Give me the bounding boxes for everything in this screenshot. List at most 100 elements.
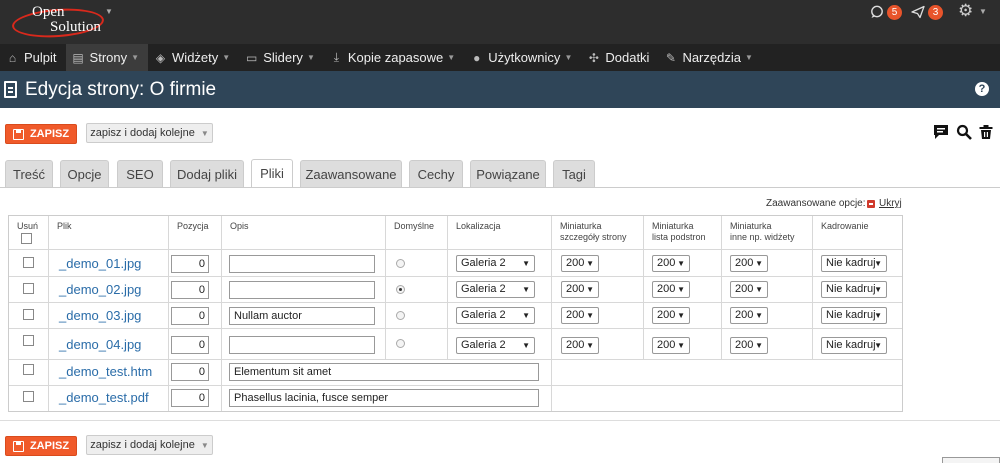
default-radio[interactable] (396, 339, 405, 348)
description-input[interactable] (229, 336, 375, 354)
description-input[interactable] (229, 255, 375, 273)
tab-powiazane[interactable]: Powiązane (470, 160, 546, 187)
description-input[interactable]: Phasellus lacinia, fusce semper (229, 389, 539, 407)
crop-value: Nie kadruj (826, 257, 876, 269)
delete-checkbox[interactable] (23, 391, 34, 402)
search-icon[interactable] (956, 124, 972, 140)
file-link[interactable]: _demo_01.jpg (59, 256, 141, 271)
table-row: _demo_test.htm 0 Elementum sit amet (9, 360, 902, 386)
location-select[interactable]: Galeria 2 ▼ (456, 307, 535, 324)
delete-checkbox[interactable] (23, 283, 34, 294)
thumb-other-select[interactable]: 200 ▼ (730, 281, 768, 298)
table-row: _demo_test.pdf 0 Phasellus lacinia, fusc… (9, 386, 902, 411)
settings-chevron-down-icon[interactable]: ▼ (979, 7, 987, 16)
thumb-other-value: 200 (735, 257, 754, 269)
tab-tagi[interactable]: Tagi (553, 160, 595, 187)
crop-select[interactable]: Nie kadruj ▼ (821, 307, 887, 324)
comments-notification[interactable]: 5 (870, 4, 902, 20)
nav-item-pulpit[interactable]: ⌂ Pulpit (0, 44, 66, 71)
file-link[interactable]: _demo_03.jpg (59, 308, 141, 323)
position-input[interactable]: 0 (171, 307, 209, 325)
thumb-details-select[interactable]: 200 ▼ (561, 281, 599, 298)
description-input[interactable]: Elementum sit amet (229, 363, 539, 381)
header-thumb-details: Miniaturka szczegóły strony (552, 216, 644, 249)
default-radio[interactable] (396, 311, 405, 320)
tabs-divider (0, 187, 1000, 188)
nav-item-widzety[interactable]: ◈ Widżety ▼ (148, 44, 239, 71)
logo-line-2: Solution (50, 19, 101, 35)
nav-label: Strony (89, 50, 128, 65)
default-radio[interactable] (396, 259, 405, 268)
position-input[interactable]: 0 (171, 281, 209, 299)
delete-checkbox[interactable] (23, 364, 34, 375)
announcements-notification[interactable]: 3 (911, 4, 943, 20)
minus-icon[interactable] (867, 200, 875, 208)
save-button[interactable]: ZAPISZ (5, 124, 77, 144)
position-input[interactable]: 0 (171, 255, 209, 273)
header-delete: Usuń (9, 216, 49, 249)
thumb-list-select[interactable]: 200 ▼ (652, 307, 690, 324)
help-icon[interactable]: ? (975, 82, 989, 96)
tab-dodaj-pliki[interactable]: Dodaj pliki (170, 160, 244, 187)
thumb-details-select[interactable]: 200 ▼ (561, 255, 599, 272)
description-input[interactable]: Nullam auctor (229, 307, 375, 325)
table-row: _demo_03.jpg 0 Nullam auctor Galeria 2 ▼ … (9, 303, 902, 329)
tab-opcje[interactable]: Opcje (60, 160, 109, 187)
thumb-other-select[interactable]: 200 ▼ (730, 337, 768, 354)
nav-item-narzedzia[interactable]: ✎ Narzędzia ▼ (658, 44, 761, 71)
thumb-details-select[interactable]: 200 ▼ (561, 337, 599, 354)
nav-item-kopie-zapasowe[interactable]: ⤓ Kopie zapasowe ▼ (324, 44, 464, 71)
file-link[interactable]: _demo_test.htm (59, 364, 152, 379)
tab-zaawansowane[interactable]: Zaawansowane (300, 160, 402, 187)
location-select[interactable]: Galeria 2 ▼ (456, 255, 535, 272)
save-and-add-button[interactable]: zapisz i dodaj kolejne ▼ (86, 123, 213, 143)
comment-icon[interactable] (933, 124, 949, 140)
crop-select[interactable]: Nie kadruj ▼ (821, 337, 887, 354)
location-select[interactable]: Galeria 2 ▼ (456, 337, 535, 354)
file-link[interactable]: _demo_02.jpg (59, 282, 141, 297)
chevron-down-icon: ▼ (677, 285, 685, 294)
delete-checkbox[interactable] (23, 335, 34, 346)
thumb-other-select[interactable]: 200 ▼ (730, 255, 768, 272)
tab-pliki[interactable]: Pliki (251, 159, 293, 187)
thumb-list-select[interactable]: 200 ▼ (652, 337, 690, 354)
nav-item-slidery[interactable]: ▭ Slidery ▼ (239, 44, 324, 71)
nav-item-uzytkownicy[interactable]: ● Użytkownicy ▼ (464, 44, 581, 71)
gear-icon[interactable]: ⚙ (958, 1, 973, 21)
save-button[interactable]: ZAPISZ (5, 436, 77, 456)
select-all-checkbox[interactable] (21, 233, 32, 244)
thumb-other-value: 200 (735, 339, 754, 351)
file-link[interactable]: _demo_04.jpg (59, 337, 141, 352)
nav-item-dodatki[interactable]: ✣ Dodatki (581, 44, 658, 71)
delete-checkbox[interactable] (23, 257, 34, 268)
chevron-down-icon: ▼ (522, 259, 530, 268)
trash-icon[interactable] (978, 124, 994, 140)
nav-item-strony[interactable]: ▤ Strony ▼ (65, 44, 149, 71)
main-navigation: ⌂ Pulpit ▤ Strony ▼ ◈ Widżety ▼ ▭ Slider… (0, 44, 1000, 71)
save-label: ZAPISZ (29, 440, 70, 452)
position-input[interactable]: 0 (171, 336, 209, 354)
logo-chevron-down-icon[interactable]: ▼ (105, 7, 113, 16)
save-and-add-button[interactable]: zapisz i dodaj kolejne ▼ (86, 435, 213, 455)
location-value: Galeria 2 (461, 309, 506, 321)
default-radio[interactable] (396, 285, 405, 294)
chevron-down-icon: ▼ (677, 311, 685, 320)
open-solution-logo[interactable]: Open Solution (10, 3, 105, 41)
tab-seo[interactable]: SEO (117, 160, 163, 187)
description-input[interactable] (229, 281, 375, 299)
location-select[interactable]: Galeria 2 ▼ (456, 281, 535, 298)
delete-checkbox[interactable] (23, 309, 34, 320)
puzzle-icon: ✣ (588, 50, 599, 65)
hide-advanced-link[interactable]: Ukryj (879, 198, 902, 209)
thumb-details-select[interactable]: 200 ▼ (561, 307, 599, 324)
crop-select[interactable]: Nie kadruj ▼ (821, 255, 887, 272)
thumb-list-select[interactable]: 200 ▼ (652, 281, 690, 298)
position-input[interactable]: 0 (171, 389, 209, 407)
thumb-list-select[interactable]: 200 ▼ (652, 255, 690, 272)
thumb-other-select[interactable]: 200 ▼ (730, 307, 768, 324)
position-input[interactable]: 0 (171, 363, 209, 381)
crop-select[interactable]: Nie kadruj ▼ (821, 281, 887, 298)
tab-tresc[interactable]: Treść (5, 160, 53, 187)
file-link[interactable]: _demo_test.pdf (59, 390, 149, 405)
tab-cechy[interactable]: Cechy (409, 160, 463, 187)
